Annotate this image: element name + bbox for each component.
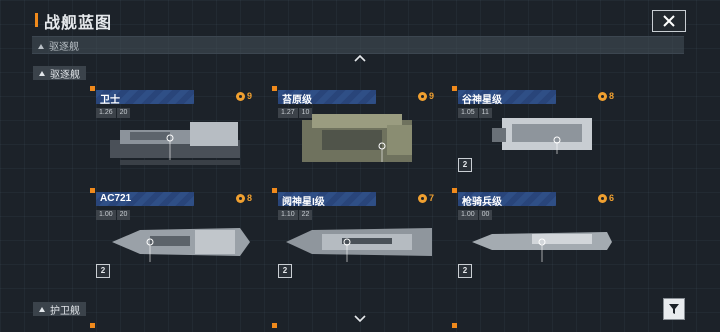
card-corner [90, 188, 95, 193]
triangle-icon [38, 44, 44, 49]
ship-name: AC721 [100, 193, 132, 204]
ship-name: 谷神星级 [462, 95, 502, 106]
rank-badge: 8 [597, 91, 614, 101]
close-button[interactable] [652, 10, 686, 32]
rank-badge: 9 [417, 91, 434, 101]
page-title: 战舰蓝图 [44, 15, 113, 32]
ship-card-5[interactable]: 阋神星I级 7 1.10 22 2 [272, 188, 440, 280]
ship-image [110, 122, 240, 165]
ship-name: 枪骑兵级 [462, 197, 502, 208]
close-icon [663, 15, 675, 27]
ship-image [112, 228, 250, 262]
rank-value: 7 [428, 193, 434, 203]
card-corner [452, 188, 457, 193]
section-label: 护卫舰 [50, 305, 80, 317]
section-header-frigate[interactable]: 护卫舰 [33, 302, 86, 317]
triangle-icon [39, 70, 45, 76]
filter-dropdown[interactable]: 驱逐舰 [32, 36, 684, 54]
ship-card-4[interactable]: AC721 8 1.00 20 2 [90, 188, 258, 280]
section-label: 驱逐舰 [50, 69, 80, 81]
tier-badge-icon: 2 [278, 264, 292, 278]
card-corner [272, 86, 277, 91]
tier-badge-icon: 2 [96, 264, 110, 278]
ship-image [472, 232, 612, 262]
ship-card-6[interactable]: 枪骑兵级 6 1.00 00 2 [452, 188, 620, 280]
ship-card-1[interactable]: 卫士 9 1.26 20 [90, 86, 258, 178]
ship-name: 阋神星I级 [282, 197, 325, 208]
rank-icon [235, 193, 245, 203]
title-bar: 战舰蓝图 [0, 0, 720, 36]
rank-badge: 9 [235, 91, 252, 101]
card-corner [90, 86, 95, 91]
rank-badge: 6 [597, 193, 614, 203]
title-accent [35, 13, 38, 27]
rank-value: 8 [608, 91, 614, 101]
card-corner [272, 323, 277, 328]
card-corner [452, 323, 457, 328]
tier-badge-icon: 2 [458, 264, 472, 278]
ship-card-2[interactable]: 苔原级 9 1.27 10 [272, 86, 440, 178]
ship-image [286, 228, 432, 262]
rank-icon [417, 91, 427, 101]
scroll-down-button[interactable] [350, 313, 370, 323]
card-corner [452, 86, 457, 91]
tier-badge-icon: 2 [458, 158, 472, 172]
ship-card-3[interactable]: 谷神星级 8 1.05 11 2 [452, 86, 620, 178]
rank-value: 8 [246, 193, 252, 203]
triangle-icon [39, 306, 45, 312]
chevron-down-icon [354, 314, 366, 322]
rank-icon [597, 193, 607, 203]
filter-button[interactable] [663, 298, 685, 320]
filter-icon [669, 304, 679, 314]
ship-name: 卫士 [100, 95, 120, 106]
card-corner [90, 323, 95, 328]
card-corner [272, 188, 277, 193]
scroll-up-button[interactable] [350, 53, 370, 63]
rank-badge: 7 [417, 193, 434, 203]
section-header-destroyer[interactable]: 驱逐舰 [33, 66, 86, 81]
rank-icon [597, 91, 607, 101]
chevron-up-icon [354, 54, 366, 62]
rank-value: 9 [246, 91, 252, 101]
rank-value: 9 [428, 91, 434, 101]
rank-icon [417, 193, 427, 203]
ship-name: 苔原级 [282, 95, 312, 106]
ship-image [492, 118, 592, 154]
rank-badge: 8 [235, 193, 252, 203]
rank-value: 6 [608, 193, 614, 203]
filter-label: 驱逐舰 [49, 42, 79, 53]
rank-icon [235, 91, 245, 101]
ship-image [302, 114, 412, 162]
